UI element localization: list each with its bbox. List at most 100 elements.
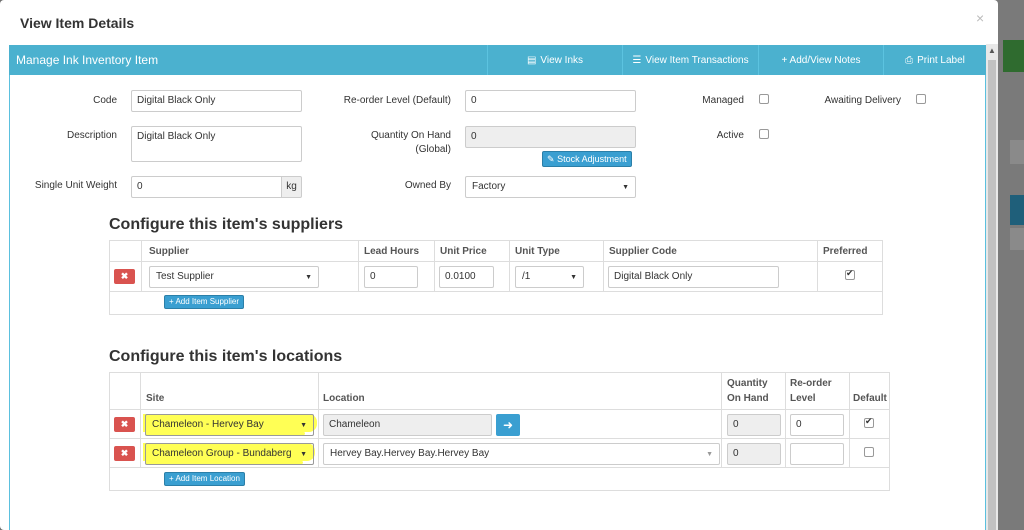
- reorder-level-input[interactable]: [790, 443, 844, 465]
- col-divider: [603, 241, 604, 291]
- background-strip: [1010, 140, 1024, 164]
- col-divider: [721, 373, 722, 467]
- managed-checkbox[interactable]: [759, 94, 769, 104]
- suppliers-heading: Configure this item's suppliers: [109, 216, 344, 233]
- locations-header-divider: [110, 409, 889, 410]
- preferred-checkbox[interactable]: [845, 268, 855, 280]
- quantity-global-label: (Global): [415, 144, 451, 155]
- site-select[interactable]: Chameleon - Hervey Bay ▼: [145, 414, 314, 436]
- col-unit-price: Unit Price: [440, 246, 487, 257]
- print-label-button[interactable]: ⎙ Print Label: [883, 45, 986, 75]
- awaiting-delivery-checkbox[interactable]: [916, 94, 926, 104]
- suppliers-row-divider: [110, 291, 882, 292]
- add-view-notes-button[interactable]: + Add/View Notes: [758, 45, 883, 75]
- col-divider: [849, 373, 850, 467]
- single-unit-weight-label: Single Unit Weight: [34, 180, 117, 191]
- quantity-on-hand-label: Quantity On Hand: [370, 130, 451, 141]
- list-icon: ▤: [526, 54, 537, 66]
- panel-title: Manage Ink Inventory Item: [16, 53, 159, 67]
- supplier-select[interactable]: Test Supplier ▼: [149, 266, 319, 288]
- next-section-heading-cut: [109, 520, 113, 530]
- col-divider: [434, 241, 435, 291]
- active-checkbox[interactable]: [759, 129, 769, 139]
- default-checkbox[interactable]: [864, 447, 874, 457]
- col-unit-type: Unit Type: [515, 246, 560, 257]
- print-icon: ⎙: [905, 54, 914, 66]
- weight-unit-addon: kg: [281, 176, 302, 198]
- close-icon: ✖: [120, 448, 129, 458]
- background-blue-item: [1010, 195, 1024, 225]
- col-quantity: Quantity: [727, 378, 768, 389]
- caret-down-icon: ▼: [570, 274, 577, 281]
- description-textarea[interactable]: Digital Black Only: [131, 126, 302, 162]
- col-divider: [817, 241, 818, 291]
- col-supplier-code: Supplier Code: [609, 246, 677, 257]
- col-on-hand: On Hand: [727, 393, 769, 404]
- list-icon: ☰: [632, 54, 642, 66]
- lead-hours-input[interactable]: 0: [364, 266, 418, 288]
- caret-down-icon: ▼: [300, 451, 307, 458]
- arrow-right-icon[interactable]: ➜: [496, 414, 520, 436]
- panel-header: Manage Ink Inventory Item ▤ View Inks ☰ …: [9, 45, 986, 75]
- add-item-location-button[interactable]: + Add Item Location: [164, 472, 245, 486]
- caret-down-icon: ▼: [706, 451, 713, 458]
- reorder-input[interactable]: 0: [465, 90, 636, 112]
- locations-heading: Configure this item's locations: [109, 348, 343, 365]
- close-icon: ✖: [120, 271, 129, 281]
- default-checkbox[interactable]: [864, 416, 874, 428]
- col-divider: [140, 373, 141, 467]
- caret-down-icon: ▼: [305, 274, 312, 281]
- col-divider: [318, 373, 319, 467]
- view-item-modal: View Item Details × Manage Ink Inventory…: [0, 0, 998, 530]
- quantity-on-hand-input: 0: [465, 126, 636, 148]
- owned-by-select[interactable]: Factory ▼: [465, 176, 636, 198]
- reorder-label: Re-order Level (Default): [343, 95, 451, 106]
- location-select[interactable]: Hervey Bay.Hervey Bay.Hervey Bay ▼: [323, 443, 720, 465]
- col-supplier: Supplier: [149, 246, 190, 257]
- remove-location-button[interactable]: ✖: [114, 417, 135, 432]
- reorder-level-input[interactable]: 0: [790, 414, 844, 436]
- active-label: Active: [716, 130, 744, 141]
- managed-label: Managed: [702, 95, 744, 106]
- col-divider: [358, 241, 359, 291]
- qty-on-hand-input: 0: [727, 443, 781, 465]
- owned-by-label: Owned By: [404, 180, 451, 191]
- site-select[interactable]: Chameleon Group - Bundaberg ▼: [145, 443, 314, 465]
- close-icon[interactable]: ×: [976, 10, 984, 26]
- single-unit-weight-input[interactable]: 0: [131, 176, 282, 198]
- code-label: Code: [93, 95, 117, 106]
- col-divider: [509, 241, 510, 291]
- scrollbar-thumb[interactable]: [988, 60, 996, 530]
- supplier-code-input[interactable]: Digital Black Only: [608, 266, 779, 288]
- add-item-supplier-button[interactable]: + Add Item Supplier: [164, 295, 245, 309]
- col-reorder: Re-order: [790, 378, 832, 389]
- col-divider: [785, 373, 786, 467]
- view-inks-button[interactable]: ▤ View Inks: [487, 45, 622, 75]
- modal-title: View Item Details: [20, 15, 135, 31]
- description-label: Description: [66, 130, 117, 141]
- locations-row-divider: [110, 467, 889, 468]
- awaiting-delivery-label: Awaiting Delivery: [824, 95, 901, 106]
- unit-type-select[interactable]: /1 ▼: [515, 266, 584, 288]
- col-divider: [141, 241, 142, 291]
- locations-row-divider: [110, 438, 889, 439]
- background-strip-2: [1010, 228, 1024, 250]
- col-location: Location: [323, 393, 365, 404]
- scroll-up-icon[interactable]: ▲: [986, 44, 998, 58]
- col-preferred: Preferred: [823, 246, 868, 257]
- col-site: Site: [146, 393, 165, 404]
- stock-adjustment-button[interactable]: ✎ Stock Adjustment: [542, 151, 632, 167]
- caret-down-icon: ▼: [622, 184, 629, 191]
- remove-supplier-button[interactable]: ✖: [114, 269, 135, 284]
- code-input[interactable]: Digital Black Only: [131, 90, 302, 112]
- col-default: Default: [853, 393, 887, 404]
- unit-price-input[interactable]: 0.0100: [439, 266, 494, 288]
- remove-location-button[interactable]: ✖: [114, 446, 135, 461]
- caret-down-icon: ▼: [300, 422, 307, 429]
- view-item-transactions-button[interactable]: ☰ View Item Transactions: [622, 45, 758, 75]
- edit-icon: ✎: [547, 154, 555, 164]
- col-level: Level: [790, 393, 816, 404]
- suppliers-header-divider: [110, 261, 882, 262]
- qty-on-hand-input: 0: [727, 414, 781, 436]
- col-lead-hours: Lead Hours: [364, 246, 420, 257]
